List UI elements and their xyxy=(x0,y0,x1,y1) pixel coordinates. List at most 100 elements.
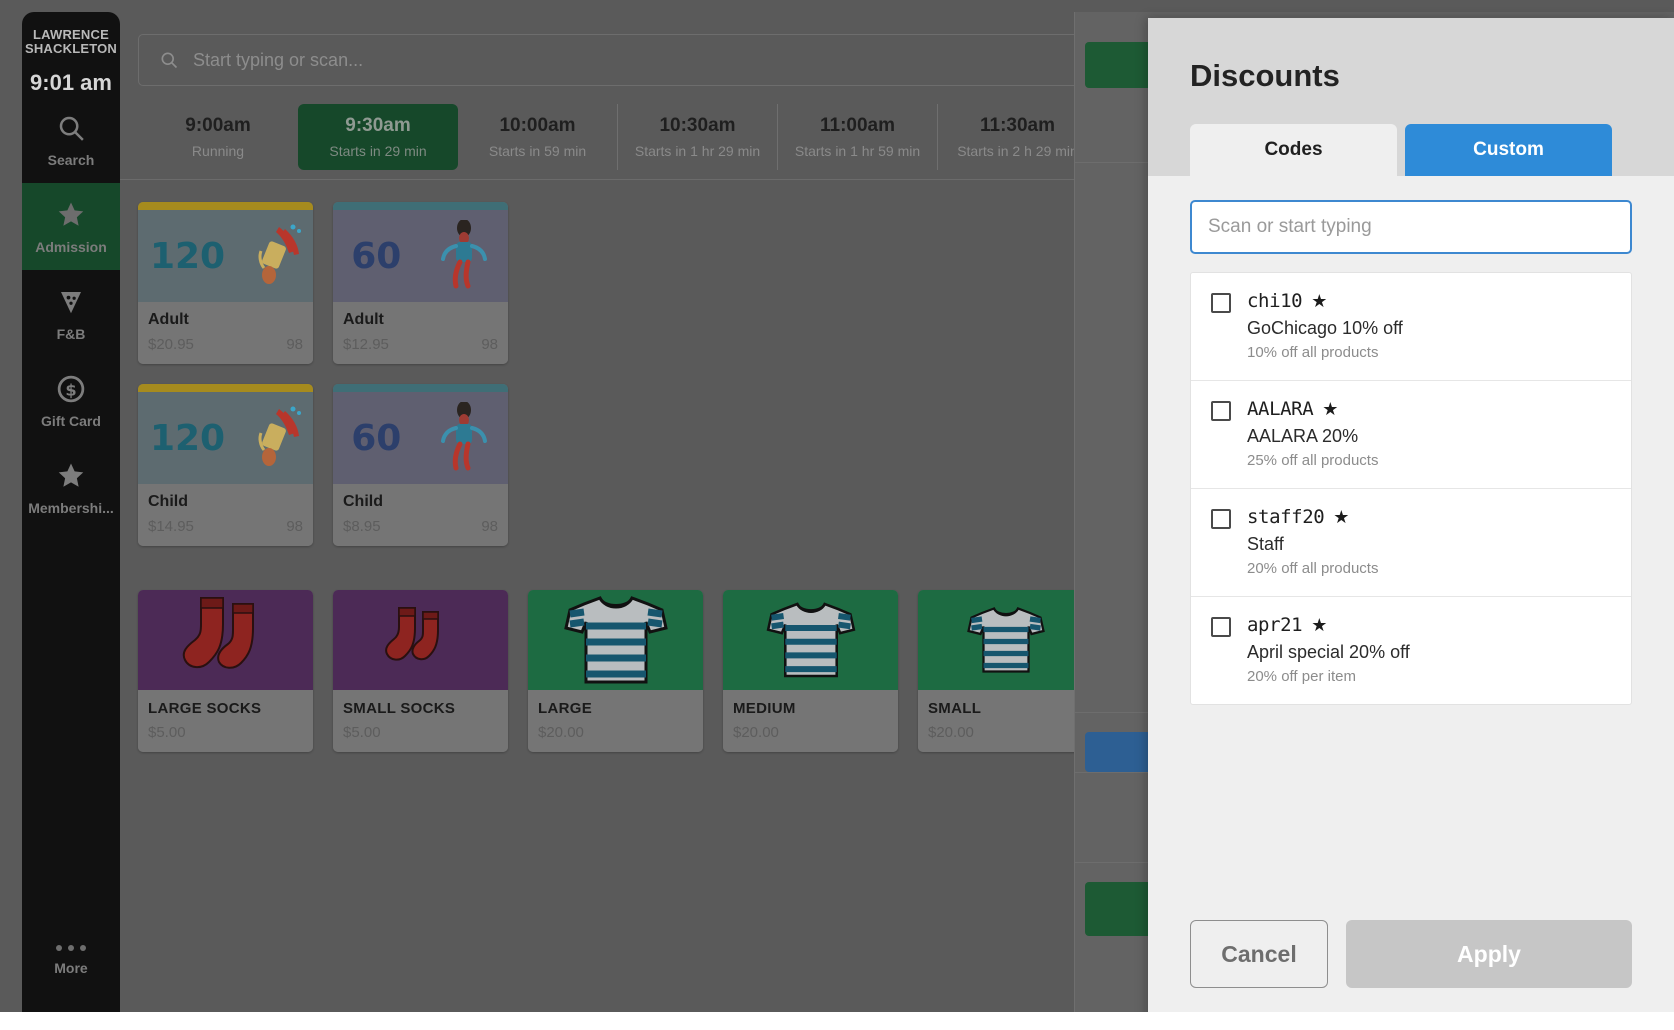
list-item[interactable]: chi10 ★ GoChicago 10% off 10% off all pr… xyxy=(1191,273,1631,381)
card-meta: LARGE SOCKS $5.00 xyxy=(138,690,313,752)
discount-name: AALARA 20% xyxy=(1247,426,1611,447)
time-slot[interactable]: 9:00am Running xyxy=(138,104,298,170)
card-name: MEDIUM xyxy=(733,700,888,717)
discount-description: 20% off per item xyxy=(1247,668,1611,685)
card-name: SMALL SOCKS xyxy=(343,700,498,717)
slot-status: Starts in 2 h 29 min xyxy=(957,143,1078,159)
sidebar-item-admission[interactable]: Admission xyxy=(22,183,120,270)
dollar-circle-icon: $ xyxy=(56,374,86,404)
card-meta: SMALL SOCKS $5.00 xyxy=(333,690,508,752)
star-icon: ★ xyxy=(1311,616,1327,634)
discount-code: staff20 xyxy=(1247,506,1324,528)
card-name: Child xyxy=(343,493,498,511)
card-art xyxy=(138,590,313,690)
card-price: $20.00 xyxy=(928,724,974,741)
list-item[interactable]: AALARA ★ AALARA 20% 25% off all products xyxy=(1191,381,1631,489)
sidebar-item-search[interactable]: Search xyxy=(22,96,120,183)
star-icon: ★ xyxy=(1322,400,1338,418)
checkbox[interactable] xyxy=(1211,509,1231,529)
product-card[interactable]: LARGE $20.00 xyxy=(528,590,703,752)
runner-icon xyxy=(438,402,490,474)
sidebar-item-memberships[interactable]: Membershi... xyxy=(22,444,120,531)
modal-tabs: Codes Custom xyxy=(1190,124,1612,176)
time-slot[interactable]: 10:30am Starts in 1 hr 29 min xyxy=(618,104,778,170)
product-card[interactable]: 60 Child xyxy=(333,384,508,546)
tab-codes[interactable]: Codes xyxy=(1190,124,1397,176)
card-qty: 98 xyxy=(286,336,303,353)
product-card[interactable]: LARGE SOCKS $5.00 xyxy=(138,590,313,752)
sidebar-item-label: Search xyxy=(48,152,95,168)
diver-icon xyxy=(249,405,301,471)
card-price: $5.00 xyxy=(148,724,186,741)
sidebar-item-more[interactable]: More xyxy=(22,928,120,1012)
sidebar-item-label: Gift Card xyxy=(41,413,101,429)
slot-status: Starts in 29 min xyxy=(329,143,426,159)
card-accent xyxy=(138,384,313,392)
sidebar-item-label: Membershi... xyxy=(28,500,114,516)
card-price: $20.00 xyxy=(538,724,584,741)
card-meta: MEDIUM $20.00 xyxy=(723,690,898,752)
product-card[interactable]: 60 Adult xyxy=(333,202,508,364)
page-title: Discounts xyxy=(1190,58,1632,94)
product-card[interactable]: 120 Child xyxy=(138,384,313,546)
card-art xyxy=(723,590,898,690)
product-card[interactable]: MEDIUM $20.00 xyxy=(723,590,898,752)
time-slot[interactable]: 11:00am Starts in 1 hr 59 min xyxy=(778,104,938,170)
search-icon xyxy=(56,113,86,143)
checkbox[interactable] xyxy=(1211,401,1231,421)
time-slot-selected[interactable]: 9:30am Starts in 29 min xyxy=(298,104,458,170)
card-art: 120 xyxy=(138,210,313,302)
discount-name: April special 20% off xyxy=(1247,642,1611,663)
apply-button[interactable]: Apply xyxy=(1346,920,1632,988)
list-item[interactable]: staff20 ★ Staff 20% off all products xyxy=(1191,489,1631,597)
time-slot[interactable]: 10:00am Starts in 59 min xyxy=(458,104,618,170)
discount-description: 25% off all products xyxy=(1247,452,1611,469)
checkbox[interactable] xyxy=(1211,293,1231,313)
card-qty: 98 xyxy=(286,518,303,535)
shirt-icon xyxy=(763,597,859,683)
product-card[interactable]: SMALL SOCKS $5.00 xyxy=(333,590,508,752)
card-art xyxy=(333,590,508,690)
checkbox[interactable] xyxy=(1211,617,1231,637)
search-icon xyxy=(159,50,179,70)
discount-name: GoChicago 10% off xyxy=(1247,318,1611,339)
sidebar-item-gift-card[interactable]: $ Gift Card xyxy=(22,357,120,444)
tab-custom[interactable]: Custom xyxy=(1405,124,1612,176)
card-accent xyxy=(333,384,508,392)
discount-code-list: chi10 ★ GoChicago 10% off 10% off all pr… xyxy=(1190,272,1632,705)
card-qty: 98 xyxy=(481,336,498,353)
card-art xyxy=(918,590,1093,690)
discount-description: 20% off all products xyxy=(1247,560,1611,577)
product-card[interactable]: SMALL $20.00 xyxy=(918,590,1093,752)
card-art xyxy=(528,590,703,690)
discount-name: Staff xyxy=(1247,534,1611,555)
slot-time: 9:30am xyxy=(345,115,411,137)
card-price: $5.00 xyxy=(343,724,381,741)
card-price: $12.95 xyxy=(343,336,389,353)
socks-icon xyxy=(381,600,461,680)
slot-status: Running xyxy=(192,143,244,159)
pizza-icon xyxy=(56,287,86,317)
slot-time: 9:00am xyxy=(185,115,251,137)
window-bottom-edge xyxy=(0,1012,1674,1030)
sidebar-item-fnb[interactable]: F&B xyxy=(22,270,120,357)
ellipsis-icon xyxy=(56,945,86,951)
card-accent xyxy=(138,202,313,210)
card-name: Adult xyxy=(148,311,303,329)
card-name: LARGE SOCKS xyxy=(148,700,303,717)
slot-status: Starts in 1 hr 59 min xyxy=(795,143,920,159)
cancel-button[interactable]: Cancel xyxy=(1190,920,1328,988)
scan-input[interactable] xyxy=(1190,200,1632,254)
discount-description: 10% off all products xyxy=(1247,344,1611,361)
product-card[interactable]: 120 Adult xyxy=(138,202,313,364)
card-meta: SMALL $20.00 xyxy=(918,690,1093,752)
modal-body: chi10 ★ GoChicago 10% off 10% off all pr… xyxy=(1148,176,1674,920)
card-name: SMALL xyxy=(928,700,1083,717)
shirt-icon xyxy=(560,592,672,688)
slot-time: 10:30am xyxy=(659,115,735,137)
search-placeholder: Start typing or scan... xyxy=(193,50,363,71)
card-price: $20.95 xyxy=(148,336,194,353)
list-item[interactable]: apr21 ★ April special 20% off 20% off pe… xyxy=(1191,597,1631,704)
card-price: $20.00 xyxy=(733,724,779,741)
sidebar-item-label: More xyxy=(54,960,87,976)
